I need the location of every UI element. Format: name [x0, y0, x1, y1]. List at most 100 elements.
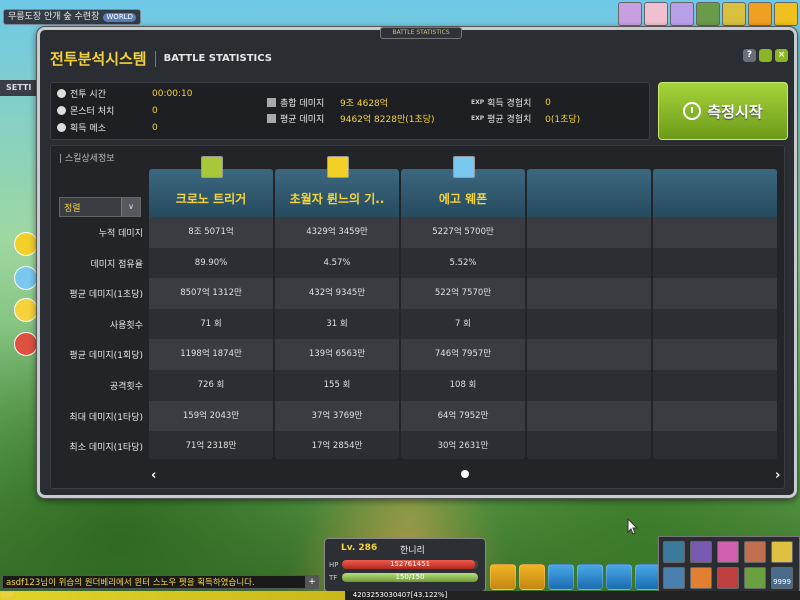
quickslot-item[interactable] [690, 567, 712, 589]
sword-icon [267, 114, 276, 123]
skill-column [527, 169, 651, 459]
skill-stat-cell: 155 회 [275, 369, 399, 401]
quickslot-item[interactable] [663, 541, 685, 563]
chat-expand-button[interactable]: + [305, 575, 319, 589]
skill-stat-cell [653, 217, 777, 248]
skill-stat-cell: 71억 2318만 [149, 431, 273, 459]
skill-stat-cell [527, 369, 651, 401]
summary-panel: 전투 시간 00:00:10 몬스터 처치 0 획득 메소 0 총합 데미지 9… [50, 82, 650, 140]
quickslot-item[interactable] [663, 567, 685, 589]
skill-stat-cell [527, 247, 651, 279]
event-icon[interactable] [14, 266, 38, 290]
window-top-label: BATTLE STATISTICS [380, 27, 462, 39]
summary-meso: 획득 메소 0 [57, 121, 158, 134]
skill-stat-cell: 37억 3769만 [275, 400, 399, 432]
summary-monster-kills: 몬스터 처치 0 [57, 104, 158, 117]
quickslot-item[interactable] [717, 541, 739, 563]
skill-name: 초월자 륀느의 기.. [289, 192, 385, 206]
chevron-down-icon[interactable]: ∨ [121, 198, 140, 216]
row-label: 평균 데미지(1회당) [69, 351, 143, 362]
side-settings-tab[interactable]: SETTI [0, 80, 38, 96]
skill-column: 크로노 트리거 8조 5071억 89.90% 8507억 1312만 71 회 1198… [149, 169, 273, 459]
skill-stat-cell [653, 369, 777, 401]
character-status: Lv. 286 한니리 HP 152761451 TF 150/150 [324, 538, 486, 592]
summary-exp-gained: EXP 획득 경험치 0 [471, 97, 551, 110]
next-page-button[interactable]: › [775, 468, 780, 483]
row-label: 공격횟수 [109, 381, 143, 392]
skill-stat-cell [653, 339, 777, 370]
mp-row: TF 150/150 [329, 573, 478, 582]
buff-icon[interactable] [644, 2, 668, 26]
skill-stat-cell [527, 217, 651, 248]
buff-icon[interactable] [722, 2, 746, 26]
summary-total-damage: 총합 데미지 9조 4628억 [267, 96, 388, 109]
settings-gear-icon[interactable] [606, 564, 632, 590]
minimize-button[interactable] [759, 49, 772, 62]
exp-bar: EXP 4203253030407[43.122%] [0, 591, 800, 600]
skill-stat-cell: 17억 2854만 [275, 431, 399, 459]
quickslot-item-count[interactable]: 9999 [771, 567, 793, 589]
window-controls: ? × [743, 49, 788, 62]
skill-stat-cell: 159억 2043만 [149, 400, 273, 432]
buff-icon[interactable] [696, 2, 720, 26]
row-label: 최소 데미지(1타당) [69, 443, 143, 454]
mouse-cursor-icon [627, 518, 639, 535]
skill-stat-cell [527, 339, 651, 370]
summary-exp-average: EXP 평균 경험치 0(1초당) [471, 115, 581, 125]
prev-page-button[interactable]: ‹ [151, 468, 156, 483]
skill-icon [327, 156, 349, 178]
skill-column: 초월자 륀느의 기.. 4329억 3459만 4.57% 432억 9345만 31 … [275, 169, 399, 459]
window-title: 전투분석시스템 [50, 50, 147, 68]
row-label: 평균 데미지(1초당) [69, 290, 143, 301]
row-label: 데미지 점유율 [90, 259, 143, 270]
hp-row: HP 152761451 [329, 560, 478, 569]
character-name: 한니리 [400, 546, 425, 556]
chat-message: asdf123님이 위습의 원더베리에서 윈터 스노우 펫을 획득하였습니다. [2, 575, 318, 589]
power-icon [683, 102, 702, 120]
menu-buttons [490, 564, 661, 590]
event-icon[interactable] [14, 332, 38, 356]
skill-stat-cell: 30억 2631만 [401, 431, 525, 459]
skill-stat-cell: 746억 7957만 [401, 339, 525, 370]
window-subtitle: BATTLE STATISTICS [163, 53, 272, 64]
quickslot-item[interactable] [744, 567, 766, 589]
quickslot-item[interactable] [771, 541, 793, 563]
quickslot-item[interactable] [744, 541, 766, 563]
buff-icon[interactable] [774, 2, 798, 26]
quickslot-item[interactable] [690, 541, 712, 563]
battle-statistics-window: BATTLE STATISTICS 전투분석시스템 BATTLE STATIST… [37, 27, 797, 498]
sword-icon [267, 98, 276, 107]
quickslot-panel: 9999 [658, 536, 800, 594]
community-icon[interactable] [577, 564, 603, 590]
summary-battle-time: 전투 시간 00:00:10 [57, 87, 192, 100]
sort-dropdown[interactable]: 정렬 ∨ [59, 197, 141, 217]
skill-icon [453, 156, 475, 178]
buff-icon[interactable] [748, 2, 772, 26]
character-icon[interactable] [548, 564, 574, 590]
row-label-column: 누적 데미지 데미지 점유율 평균 데미지(1초당) 사용횟수 평균 데미지(1회당) 공… [51, 219, 149, 464]
tf-bar: 150/150 [342, 573, 478, 582]
map-title-bar: 무릉도장 안개 숲 수련장 WORLD [3, 9, 141, 25]
cash-shop-icon[interactable] [490, 564, 516, 590]
skill-stat-cell: 5227억 5700만 [401, 217, 525, 248]
skill-stat-cell: 5.52% [401, 247, 525, 279]
skill-stat-cell [527, 431, 651, 459]
buff-icon[interactable] [670, 2, 694, 26]
star-icon[interactable] [14, 298, 38, 322]
measure-start-button[interactable]: 측정시작 [658, 82, 788, 140]
exp-text: 4203253030407[43.122%] [352, 591, 448, 599]
skill-stat-cell: 7 회 [401, 308, 525, 340]
skill-name: 에고 웨폰 [438, 192, 488, 206]
help-button[interactable]: ? [743, 49, 756, 62]
skill-stat-cell [653, 278, 777, 309]
close-button[interactable]: × [775, 49, 788, 62]
skill-stat-cell [653, 247, 777, 279]
row-label: 최대 데미지(1타당) [69, 412, 143, 423]
monster-icon [57, 106, 66, 115]
top-status-icons [618, 2, 798, 26]
skill-stat-cell [527, 278, 651, 309]
quickslot-item[interactable] [717, 567, 739, 589]
event-list-icon[interactable] [519, 564, 545, 590]
event-icon[interactable] [14, 232, 38, 256]
buff-icon[interactable] [618, 2, 642, 26]
